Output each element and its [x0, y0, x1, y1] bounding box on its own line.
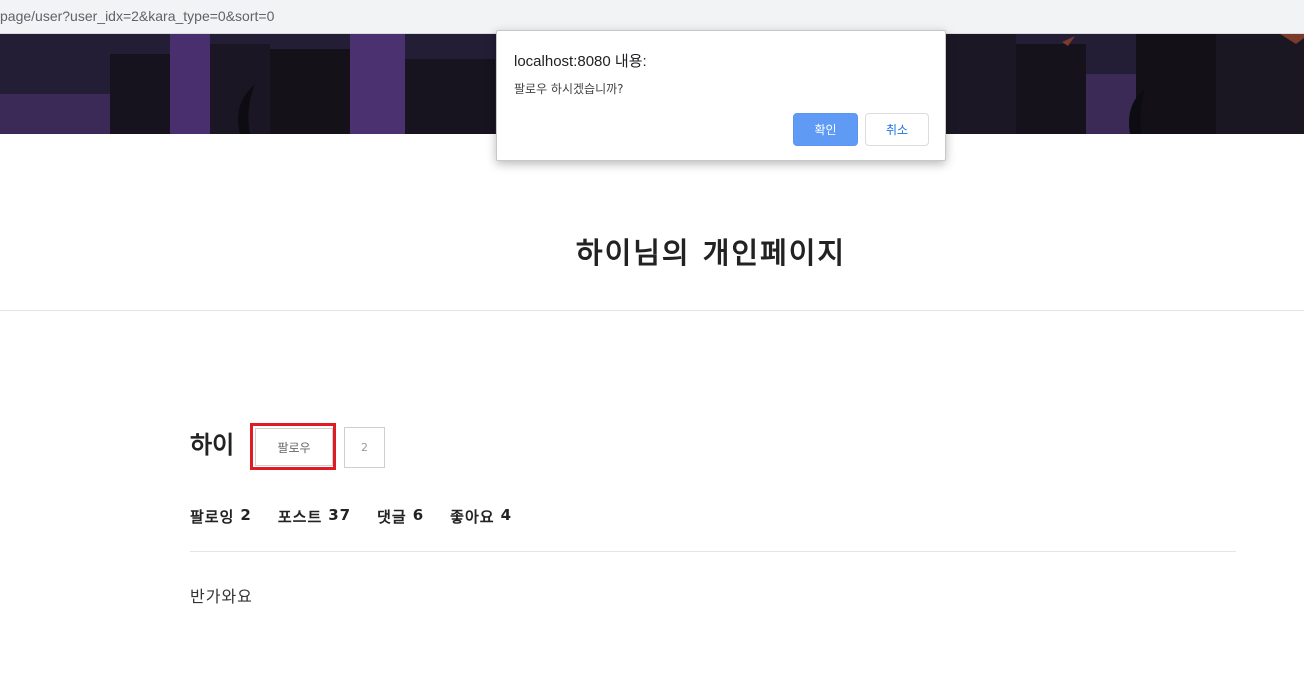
dialog-message: 팔로우 하시겠습니까?: [514, 82, 624, 96]
url-text[interactable]: page/user?user_idx=2&kara_type=0&sort=0: [0, 8, 274, 24]
confirm-dialog: localhost:8080 내용: 팔로우 하시겠습니까? 확인 취소: [496, 30, 946, 161]
stat-posts[interactable]: 포스트 37: [278, 506, 351, 527]
stat-value: 4: [500, 506, 513, 524]
profile-divider: [190, 551, 1236, 552]
stat-label: 댓글: [377, 508, 407, 526]
stat-value: 2: [240, 506, 252, 524]
stat-comments[interactable]: 댓글 6: [377, 506, 424, 527]
stat-label: 팔로잉: [190, 508, 235, 526]
address-bar[interactable]: page/user?user_idx=2&kara_type=0&sort=0: [0, 0, 1304, 34]
stat-label: 포스트: [277, 508, 323, 526]
follow-button[interactable]: 팔로우: [255, 428, 333, 466]
profile-stats: 팔로잉 2 포스트 37 댓글 6 좋아요 4: [190, 506, 512, 527]
profile-username: 하이: [190, 431, 235, 459]
confirm-ok-button[interactable]: 확인: [793, 113, 858, 146]
stat-following[interactable]: 팔로잉 2: [190, 506, 252, 527]
stat-value: 37: [328, 506, 352, 524]
stat-value: 6: [412, 506, 425, 524]
profile-bio: 반가와요: [190, 587, 253, 606]
title-divider: [0, 310, 1304, 311]
page-title: 하이님의 개인페이지: [575, 236, 847, 270]
stat-label: 좋아요: [450, 508, 495, 526]
stat-likes[interactable]: 좋아요 4: [450, 506, 512, 527]
follower-count-badge: 2: [344, 427, 385, 468]
confirm-cancel-button[interactable]: 취소: [865, 113, 929, 146]
dialog-title: localhost:8080 내용:: [514, 53, 647, 70]
